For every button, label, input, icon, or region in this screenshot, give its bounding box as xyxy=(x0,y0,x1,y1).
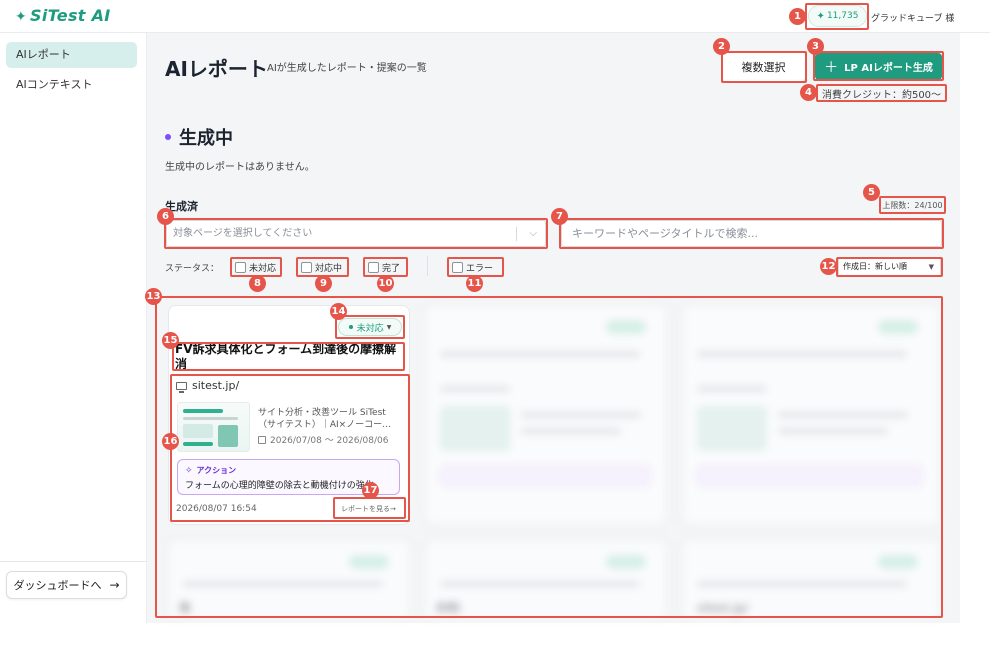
checkbox-icon xyxy=(301,261,312,273)
annotation-marker: 17 xyxy=(362,482,379,499)
annotation-marker: 9 xyxy=(315,275,332,292)
annotation-marker: 13 xyxy=(145,288,162,305)
generate-label: LP AIレポート生成 xyxy=(844,63,933,74)
plus-icon: ＋ xyxy=(824,59,839,76)
generating-heading-text: 生成中 xyxy=(179,128,233,149)
action-text: フォームの心理的障壁の除去と動機付けの強化 xyxy=(185,481,374,491)
status-filter-label: ステータス： xyxy=(165,264,220,274)
card-created-date: 2026/08/07 16:54 xyxy=(176,504,257,514)
blurred-fragment: 策 xyxy=(179,601,192,615)
page-title: AIレポート xyxy=(165,57,268,81)
sidebar-item-ai-context[interactable]: AIコンテキスト xyxy=(6,72,137,98)
dashboard-button[interactable]: ダッシュボードへ → xyxy=(6,571,127,599)
status-option-label: 対応中 xyxy=(315,263,343,274)
keyword-search-input[interactable] xyxy=(561,220,942,247)
action-header: ✧ アクション xyxy=(185,465,236,476)
generating-heading: 生成中 xyxy=(165,124,233,150)
page-subtitle: AIが生成したレポート・提案の一覧 xyxy=(267,63,427,74)
annotation-marker: 14 xyxy=(330,303,347,320)
sidebar-divider xyxy=(0,561,147,562)
target-page-placeholder: 対象ページを選択してください xyxy=(173,228,313,239)
annotation-marker: 12 xyxy=(820,258,837,275)
target-page-select[interactable]: 対象ページを選択してください ⌵ xyxy=(166,220,546,247)
status-checkbox-error[interactable]: エラー xyxy=(450,258,493,276)
annotation-marker: 6 xyxy=(157,208,174,225)
sort-select[interactable]: 作成日：新しい順 ▼ xyxy=(838,258,941,276)
checkbox-icon xyxy=(452,261,463,273)
sparkle-icon: ✦ xyxy=(15,9,28,25)
card-site: sitest.jp/ xyxy=(176,379,240,393)
view-report-link[interactable]: レポートを見る→ xyxy=(333,499,404,518)
status-dot-icon xyxy=(348,325,353,329)
dashboard-button-label: ダッシュボードへ xyxy=(13,579,102,592)
filter-divider xyxy=(427,256,428,276)
sidebar-item-label: AIレポート xyxy=(16,48,71,61)
checkbox-icon xyxy=(368,261,379,273)
no-generating-message: 生成中のレポートはありません。 xyxy=(165,162,315,173)
card-title[interactable]: FV訴求具体化とフォーム到達後の摩擦解消 xyxy=(175,342,408,373)
card-date-range: 2026/07/08 〜 2026/08/06 xyxy=(258,433,388,446)
app-logo[interactable]: ✦ SiTest AI xyxy=(15,6,111,25)
select-separator xyxy=(516,227,517,241)
multi-select-button[interactable]: 複数選択 xyxy=(721,51,806,82)
credit-balance-pill[interactable]: ✦ 11,735 xyxy=(808,5,867,27)
generate-report-button[interactable]: ＋ LP AIレポート生成 xyxy=(815,53,942,80)
action-label: アクション xyxy=(196,466,237,475)
caret-down-icon: ▼ xyxy=(386,323,392,331)
arrow-right-icon: → xyxy=(109,578,120,592)
annotation-marker: 3 xyxy=(807,38,824,55)
status-checkbox-in-progress[interactable]: 対応中 xyxy=(299,258,342,276)
annotation-marker: 15 xyxy=(162,332,179,349)
sparkle-icon: ✦ xyxy=(816,10,825,22)
bullet-dot-icon xyxy=(165,134,171,140)
status-checkbox-untouched[interactable]: 未対応 xyxy=(233,258,276,276)
card-site-url: sitest.jp/ xyxy=(192,379,240,392)
annotation-marker: 8 xyxy=(249,275,266,292)
report-card-blurred[interactable]: 策 xyxy=(168,540,410,620)
chevron-down-icon: ⌵ xyxy=(529,228,537,239)
status-option-label: 未対応 xyxy=(249,263,277,274)
sidebar: AIレポート AIコンテキスト ダッシュボードへ → xyxy=(0,33,147,623)
caret-down-icon: ▼ xyxy=(928,263,934,271)
credit-balance: 11,735 xyxy=(826,11,859,21)
limit-count: 上限数：24/100 xyxy=(882,200,943,210)
page-thumbnail xyxy=(177,402,250,452)
sidebar-item-label: AIコンテキスト xyxy=(16,78,93,91)
sparkle-icon: ✧ xyxy=(185,465,193,476)
annotation-marker: 10 xyxy=(377,275,394,292)
description-line: （サイテスト）｜AI×ノーコー… xyxy=(258,420,392,430)
credit-cost-note: 消費クレジット：約500〜 xyxy=(821,89,942,101)
description-line: サイト分析・改善ツール SiTest xyxy=(258,408,386,418)
top-bar: ✦ SiTest AI ✦ 11,735 グラッドキューブ 様 xyxy=(0,0,990,33)
status-option-label: エラー xyxy=(466,263,494,274)
date-range-text: 2026/07/08 〜 2026/08/06 xyxy=(270,436,389,446)
monitor-icon xyxy=(176,381,187,393)
annotation-marker: 16 xyxy=(162,433,179,450)
sort-value: 作成日：新しい順 xyxy=(843,262,907,271)
logo-text: SiTest AI xyxy=(30,6,111,25)
checkbox-icon xyxy=(235,261,246,273)
blurred-fragment: 抑制 xyxy=(436,601,461,615)
status-checkbox-done[interactable]: 完了 xyxy=(366,258,400,276)
calendar-icon xyxy=(258,435,266,444)
report-card-blurred[interactable]: sitest.jp/ xyxy=(682,540,940,620)
report-card-blurred[interactable] xyxy=(425,305,667,525)
annotation-marker: 2 xyxy=(713,38,730,55)
annotation-marker: 7 xyxy=(551,208,568,225)
card-description: サイト分析・改善ツール SiTest （サイテスト）｜AI×ノーコー… xyxy=(258,407,400,431)
status-option-label: 完了 xyxy=(382,263,401,274)
sidebar-item-ai-report[interactable]: AIレポート xyxy=(6,42,137,68)
annotation-marker: 11 xyxy=(466,275,483,292)
card-status-text: 未対応 xyxy=(356,323,384,334)
annotation-marker: 4 xyxy=(800,84,817,101)
annotation-marker: 1 xyxy=(789,8,806,25)
annotation-marker: 5 xyxy=(863,184,880,201)
report-card-blurred[interactable]: 抑制 xyxy=(425,540,667,620)
card-status-badge[interactable]: 未対応 ▼ xyxy=(338,318,402,336)
user-name[interactable]: グラッドキューブ 様 xyxy=(871,11,954,24)
blurred-fragment: sitest.jp/ xyxy=(697,601,749,615)
report-card-blurred[interactable] xyxy=(682,305,940,525)
